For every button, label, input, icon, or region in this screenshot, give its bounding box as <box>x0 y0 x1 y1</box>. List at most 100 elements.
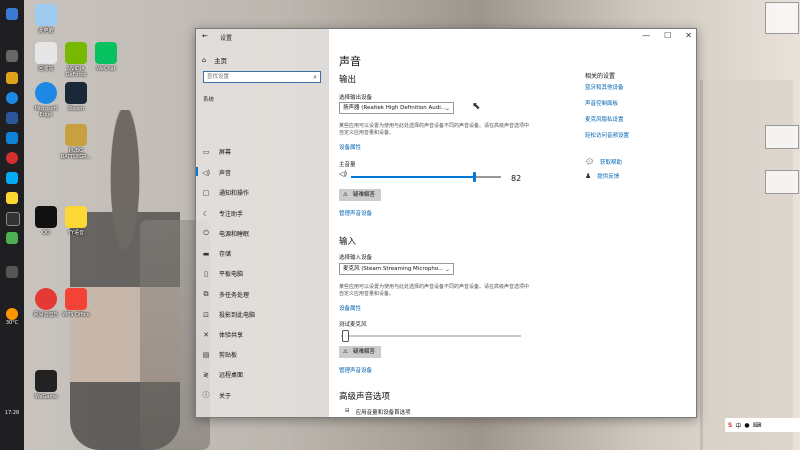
input-troubleshoot-button[interactable]: ⚠ 疑难解答 <box>339 346 381 358</box>
volume-slider-thumb[interactable] <box>473 172 476 182</box>
output-description: 某些应用可以设置为使用与此处选择的声音设备不同的声音设备。请在高级声音选项中自定… <box>339 123 530 136</box>
mixer-icon: ⊟ <box>345 408 350 414</box>
sidebar-item-about[interactable]: ⓘ 关于 <box>202 390 232 400</box>
avatar[interactable] <box>765 2 799 34</box>
search-icon[interactable]: ⌕ <box>313 73 317 82</box>
edge-icon[interactable] <box>6 92 18 104</box>
output-properties-link[interactable]: 设备属性 <box>339 143 361 151</box>
search-icon[interactable] <box>6 50 18 62</box>
sidebar-item-notifications[interactable]: ▢ 通知和操作 <box>202 188 249 198</box>
pubg-icon <box>65 124 87 146</box>
ime-icon[interactable]: S <box>728 422 732 429</box>
app2-icon[interactable] <box>6 212 20 226</box>
related-link-bluetooth[interactable]: 蓝牙和其他设备 <box>585 83 624 91</box>
clock-time[interactable]: 17:28 <box>2 410 22 416</box>
settings-window: ← 设置 ⌂ 主页 ⌕ 系统 ▭屏幕 ◁)声音 ▢通知和操作 ☾专注助手 ⏻电源… <box>195 28 697 418</box>
recycle-bin-icon <box>35 42 57 64</box>
input-device-value: 麦克风 (Steam Streaming Micropho... <box>343 266 444 272</box>
yy-icon <box>65 206 87 228</box>
sidebar-item-display[interactable]: ▭ 屏幕 <box>202 147 231 157</box>
gear-icon[interactable] <box>6 266 18 278</box>
back-icon[interactable]: ← <box>202 32 208 40</box>
nav-home[interactable]: ⌂ 主页 <box>202 55 227 65</box>
folder-icon[interactable] <box>6 72 18 84</box>
volume-slider-fill <box>351 176 474 178</box>
chevron-down-icon: ⌄ <box>444 105 450 112</box>
speaker-icon[interactable]: ◁) <box>339 170 347 178</box>
output-select-label: 选择输出设备 <box>339 95 373 101</box>
sidebar-item-share[interactable]: ✕ 体验共享 <box>202 330 243 340</box>
desktop-icon[interactable]: 此电脑 <box>28 4 64 34</box>
nvidia-icon <box>65 42 87 64</box>
wps-icon <box>65 288 87 310</box>
get-help-link[interactable]: 💬︎ 获取帮助 <box>585 158 622 166</box>
taskbar: 30°C 17:28 <box>0 0 24 450</box>
sidebar-item-power[interactable]: ⏻ 电源和睡眠 <box>202 229 249 238</box>
keyboard-icon[interactable]: ⌨ <box>753 422 762 429</box>
sidebar-item-project[interactable]: ⊡ 投影到此电脑 <box>202 310 255 320</box>
output-manage-link[interactable]: 管理声音设备 <box>339 209 372 217</box>
weather-icon[interactable] <box>6 308 18 320</box>
mouse-cursor-icon: ⬉ <box>472 101 481 112</box>
advanced-app-volume[interactable]: ⊟ 应用音量和设备首选项 <box>345 408 411 416</box>
related-link-sound-control-panel[interactable]: 声音控制面板 <box>585 99 618 107</box>
sidebar-item-focus[interactable]: ☾ 专注助手 <box>202 209 243 219</box>
settings-content: — ☐ ✕ 声音 输出 选择输出设备 扬声器 (Realtek High Def… <box>329 29 696 417</box>
close-icon[interactable]: ✕ <box>685 31 692 40</box>
desktop-icon[interactable]: PUBG BATTLEGR... <box>58 124 94 160</box>
output-heading: 输出 <box>339 75 357 85</box>
sidebar-item-remote[interactable]: ≷ 远程桌面 <box>202 370 243 380</box>
project-icon: ⊡ <box>203 310 209 319</box>
system-tray[interactable]: S 中 ● ⌨ <box>725 418 800 432</box>
minimize-icon[interactable]: — <box>642 31 650 40</box>
related-link-ease-audio[interactable]: 轻松访问音频设置 <box>585 131 629 139</box>
output-device-select[interactable]: 扬声器 (Realtek High Definition Audi... ⌄ <box>339 102 454 114</box>
sidebar-item-sound[interactable]: ◁) 声音 <box>196 167 231 177</box>
desktop-icon[interactable]: Steam <box>58 82 94 112</box>
window-title: 设置 <box>220 35 233 42</box>
desktop-icon[interactable]: YY语音 <box>58 206 94 236</box>
start-icon[interactable] <box>6 8 18 20</box>
edge-icon <box>35 82 57 104</box>
monitor-icon: ▭ <box>202 147 210 156</box>
related-link-mic-privacy[interactable]: 麦克风隐私设置 <box>585 115 624 123</box>
nav-home-label: 主页 <box>214 57 228 65</box>
input-manage-link[interactable]: 管理声音设备 <box>339 366 372 374</box>
clipboard-icon: ▤ <box>202 350 210 359</box>
storage-icon: ▬ <box>202 249 210 258</box>
mic-icon[interactable]: ● <box>744 422 749 429</box>
desktop-icon[interactable]: WeChat <box>88 42 124 72</box>
notes-icon[interactable] <box>6 192 18 204</box>
music-icon[interactable] <box>6 152 18 164</box>
sidebar-item-tablet[interactable]: ▯ 平板电脑 <box>202 269 243 279</box>
remote-icon: ≷ <box>203 370 209 379</box>
output-troubleshoot-button[interactable]: ⚠ 疑难解答 <box>339 189 381 201</box>
sidebar-item-clipboard[interactable]: ▤ 剪贴板 <box>202 350 237 360</box>
mic-meter-thumb <box>342 330 349 342</box>
search-input[interactable] <box>204 72 306 82</box>
related-settings-title: 相关的设置 <box>585 73 616 80</box>
side-widget[interactable] <box>765 125 799 149</box>
feedback-link[interactable]: ♟ 提供反馈 <box>585 172 619 180</box>
app-icon[interactable] <box>6 112 18 124</box>
input-device-select[interactable]: 麦克风 (Steam Streaming Micropho... ⌄ <box>339 263 454 275</box>
store-icon[interactable] <box>6 132 18 144</box>
desktop-icon[interactable]: WPS Office <box>58 288 94 318</box>
sidebar-item-multitask[interactable]: ⧉ 多任务处理 <box>202 290 250 299</box>
window-controls: — ☐ ✕ <box>642 31 692 40</box>
input-properties-link[interactable]: 设备属性 <box>339 304 361 312</box>
output-device-value: 扬声器 (Realtek High Definition Audi... <box>343 105 447 111</box>
ime-language[interactable]: 中 <box>735 421 741 430</box>
mic-level-meter <box>341 335 521 337</box>
input-heading: 输入 <box>339 237 357 247</box>
desktop-icon[interactable]: WeGame <box>28 370 64 400</box>
qq-icon[interactable] <box>6 172 18 184</box>
wechat-icon[interactable] <box>6 232 18 244</box>
steam-icon <box>65 82 87 104</box>
search-box[interactable]: ⌕ <box>203 71 321 83</box>
sidebar-item-storage[interactable]: ▬ 存储 <box>202 249 231 259</box>
maximize-icon[interactable]: ☐ <box>664 31 671 40</box>
this-pc-icon <box>35 4 57 26</box>
volume-slider[interactable] <box>351 172 501 182</box>
side-widget[interactable] <box>765 170 799 194</box>
